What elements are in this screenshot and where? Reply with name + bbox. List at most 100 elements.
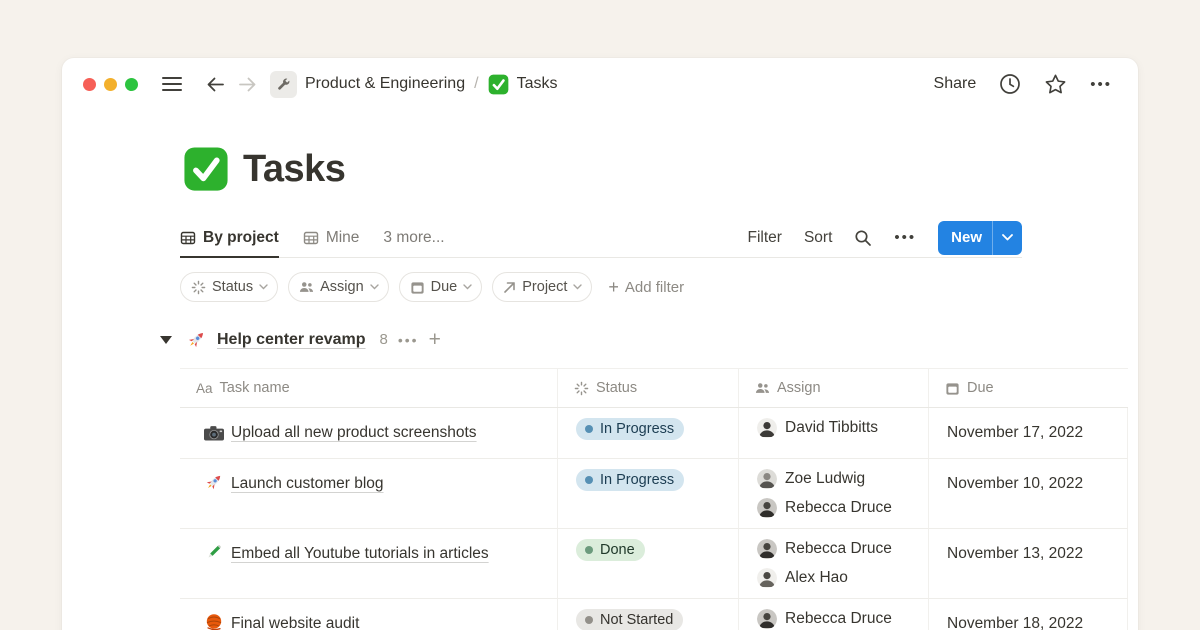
people-icon — [755, 381, 770, 396]
spinner-icon — [191, 280, 206, 295]
assignee[interactable]: Rebecca Druce — [757, 609, 916, 629]
table-row: Upload all new product screenshots In Pr… — [180, 408, 1128, 459]
assignee[interactable]: Alex Hao — [757, 568, 916, 588]
zoom-window-button[interactable] — [125, 78, 138, 91]
assign-cell: Zoe Ludwig Rebecca Druce — [738, 459, 928, 529]
status-badge[interactable]: In Progress — [576, 418, 684, 440]
status-badge[interactable]: Not Started — [576, 609, 683, 630]
check-emoji — [183, 146, 229, 192]
task-name-cell[interactable]: Upload all new product screenshots — [180, 408, 557, 459]
view-options-button[interactable]: ••• — [894, 229, 916, 246]
filter-chip-due[interactable]: Due — [399, 272, 483, 302]
status-cell: In Progress — [557, 408, 738, 459]
table-row: Embed all Youtube tutorials in articles … — [180, 529, 1128, 599]
status-cell: In Progress — [557, 459, 738, 529]
share-button[interactable]: Share — [934, 75, 977, 93]
assignee[interactable]: Zoe Ludwig — [757, 469, 916, 489]
breadcrumb-team[interactable]: Product & Engineering — [305, 75, 465, 93]
add-filter-button[interactable]: + Add filter — [608, 278, 684, 296]
spinner-icon — [574, 381, 589, 396]
green-pen-emoji — [204, 542, 224, 562]
column-header-due[interactable]: Due — [928, 369, 1128, 407]
back-arrow-icon[interactable] — [206, 76, 225, 93]
task-name-cell[interactable]: Final website audit — [180, 599, 557, 630]
arrow-up-right-icon — [503, 281, 516, 294]
avatar — [757, 469, 777, 489]
assignee-name: David Tibbitts — [785, 419, 878, 437]
table-header-row: Aa Task name Status Assign Due — [180, 368, 1128, 408]
assignee[interactable]: Rebecca Druce — [757, 498, 916, 518]
table-row: Final website audit Not Started Rebecca … — [180, 599, 1128, 630]
assignee-name: Alex Hao — [785, 569, 848, 587]
filter-button[interactable]: Filter — [748, 229, 782, 247]
tab-by-project[interactable]: By project — [180, 218, 279, 257]
status-badge[interactable]: Done — [576, 539, 645, 561]
team-wrench-icon[interactable] — [270, 71, 297, 98]
assignee-name: Rebecca Druce — [785, 499, 892, 517]
chevron-down-icon — [259, 284, 268, 290]
assign-cell: David Tibbitts — [738, 408, 928, 459]
tasks-table: Aa Task name Status Assign Due — [180, 368, 1128, 630]
page-title-row: Tasks — [183, 146, 345, 192]
rocket-emoji — [186, 329, 207, 350]
close-window-button[interactable] — [83, 78, 96, 91]
collapse-toggle-icon[interactable] — [160, 336, 172, 344]
column-header-task-name[interactable]: Aa Task name — [180, 369, 557, 407]
avatar — [757, 568, 777, 588]
status-cell: Done — [557, 529, 738, 599]
avatar — [757, 539, 777, 559]
group-title[interactable]: Help center revamp — [217, 331, 366, 349]
clock-icon[interactable] — [999, 73, 1021, 95]
assignee-name: Rebecca Druce — [785, 610, 892, 628]
assign-cell: Rebecca Druce — [738, 599, 928, 630]
status-badge[interactable]: In Progress — [576, 469, 684, 491]
due-cell[interactable]: November 17, 2022 — [928, 408, 1128, 459]
forward-arrow-icon[interactable] — [238, 76, 257, 93]
task-name-cell[interactable]: Embed all Youtube tutorials in articles — [180, 529, 557, 599]
group-add-button[interactable]: + — [429, 329, 441, 350]
filter-chip-status[interactable]: Status — [180, 272, 278, 302]
chevron-down-icon[interactable] — [993, 234, 1022, 241]
text-type-icon: Aa — [196, 381, 213, 396]
chevron-down-icon — [463, 284, 472, 290]
group-more-button[interactable]: ••• — [398, 332, 419, 348]
task-name-cell[interactable]: Launch customer blog — [180, 459, 557, 529]
new-button[interactable]: New — [938, 221, 1022, 255]
column-header-assign[interactable]: Assign — [738, 369, 928, 407]
search-icon[interactable] — [854, 229, 872, 247]
sort-button[interactable]: Sort — [804, 229, 832, 247]
star-icon[interactable] — [1044, 73, 1067, 95]
assignee-name: Zoe Ludwig — [785, 470, 865, 488]
views-toolbar: By project Mine 3 more... Filter Sort ••… — [180, 218, 1022, 258]
sidebar-toggle-icon[interactable] — [162, 77, 182, 91]
due-cell[interactable]: November 18, 2022 → November 20, 2022 — [928, 599, 1128, 630]
minimize-window-button[interactable] — [104, 78, 117, 91]
tab-mine[interactable]: Mine — [303, 218, 360, 257]
filter-chip-bar: Status Assign Due Project + Add f — [180, 272, 684, 302]
assign-cell: Rebecca Druce Alex Hao — [738, 529, 928, 599]
task-title: Final website audit — [231, 615, 359, 630]
traffic-lights — [83, 78, 138, 91]
due-cell[interactable]: November 10, 2022 — [928, 459, 1128, 529]
breadcrumb-page-label: Tasks — [517, 75, 558, 93]
calendar-icon — [945, 381, 960, 396]
task-title: Upload all new product screenshots — [231, 424, 477, 441]
assignee[interactable]: Rebecca Druce — [757, 539, 916, 559]
assignee[interactable]: David Tibbitts — [757, 418, 916, 438]
window-topbar: Product & Engineering / Tasks Share ••• — [62, 58, 1138, 110]
group-count: 8 — [380, 331, 388, 348]
assignee-name: Rebecca Druce — [785, 540, 892, 558]
group-header: Help center revamp 8 ••• + — [160, 329, 441, 350]
status-cell: Not Started — [557, 599, 738, 630]
tab-more-views[interactable]: 3 more... — [383, 218, 444, 257]
filter-chip-assign[interactable]: Assign — [288, 272, 389, 302]
avatar — [757, 609, 777, 629]
page-title: Tasks — [243, 148, 345, 191]
breadcrumb-page[interactable]: Tasks — [488, 74, 558, 95]
column-header-status[interactable]: Status — [557, 369, 738, 407]
topbar-more-button[interactable]: ••• — [1090, 76, 1112, 93]
avatar — [757, 418, 777, 438]
filter-chip-project[interactable]: Project — [492, 272, 592, 302]
due-cell[interactable]: November 13, 2022 — [928, 529, 1128, 599]
task-title: Launch customer blog — [231, 475, 384, 492]
